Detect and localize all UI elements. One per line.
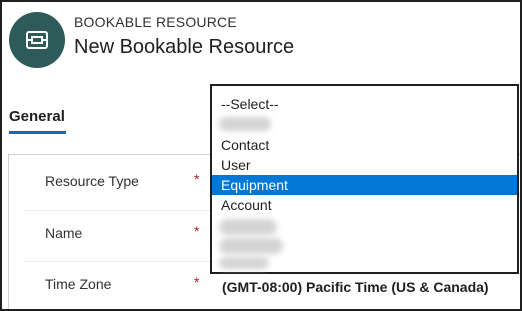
required-indicator: * bbox=[194, 223, 200, 239]
redacted-option bbox=[219, 117, 271, 131]
dropdown-option-account[interactable]: Account bbox=[212, 195, 517, 215]
field-label: Time Zone bbox=[45, 276, 112, 292]
resource-type-dropdown[interactable]: --Select-- Contact User Equipment Accoun… bbox=[210, 84, 519, 274]
active-tab-indicator bbox=[9, 131, 66, 134]
tab-general[interactable]: General bbox=[9, 108, 65, 125]
dropdown-option-equipment[interactable]: Equipment bbox=[212, 175, 517, 195]
field-label: Resource Type bbox=[45, 173, 139, 189]
entity-type-label: BOOKABLE RESOURCE bbox=[74, 14, 237, 30]
field-label: Name bbox=[45, 225, 83, 241]
form-window: BOOKABLE RESOURCE New Bookable Resource … bbox=[0, 0, 522, 311]
bookable-resource-icon bbox=[9, 12, 65, 68]
dropdown-option-contact[interactable]: Contact bbox=[212, 135, 517, 155]
redacted-option bbox=[219, 257, 269, 269]
redacted-option bbox=[219, 238, 283, 254]
record-title: New Bookable Resource bbox=[74, 36, 295, 58]
redacted-option bbox=[219, 219, 277, 235]
time-zone-value[interactable]: (GMT-08:00) Pacific Time (US & Canada) bbox=[222, 279, 489, 295]
required-indicator: * bbox=[194, 171, 200, 187]
dropdown-option-select[interactable]: --Select-- bbox=[212, 94, 517, 114]
dropdown-option-user[interactable]: User bbox=[212, 155, 517, 175]
required-indicator: * bbox=[194, 274, 200, 290]
